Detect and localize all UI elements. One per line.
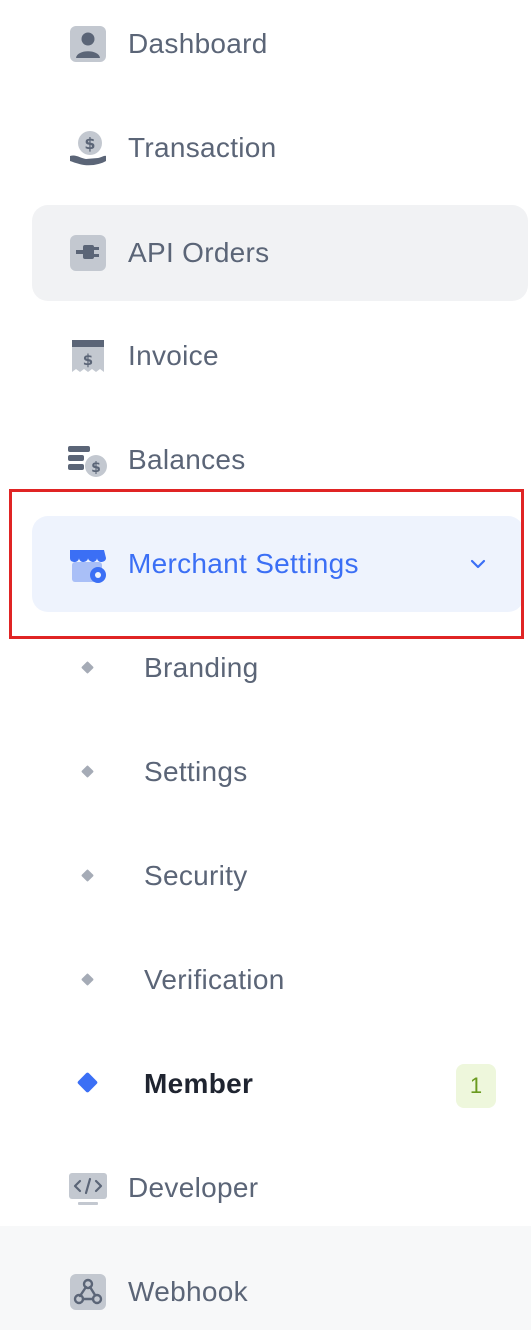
submenu-item-label: Security xyxy=(144,860,248,891)
receipt-icon: $ xyxy=(68,336,108,376)
bullet-icon xyxy=(81,973,94,986)
webhook-icon xyxy=(68,1272,108,1312)
sidebar-item-label: Webhook xyxy=(128,1276,248,1307)
submenu-item-label: Branding xyxy=(144,652,259,683)
chevron-down-icon[interactable] xyxy=(468,554,488,574)
hand-dollar-icon: $ xyxy=(68,128,108,168)
submenu-item-security[interactable]: Security xyxy=(0,828,531,924)
plug-icon xyxy=(68,233,108,273)
svg-text:$: $ xyxy=(83,351,93,369)
sidebar-item-label: API Orders xyxy=(128,237,270,268)
submenu-item-label: Settings xyxy=(144,756,248,787)
svg-text:$: $ xyxy=(84,134,95,153)
sidebar-item-balances[interactable]: $ Balances xyxy=(32,412,528,508)
sidebar: Dashboard $ Transaction API Orders $ Inv… xyxy=(0,0,531,1330)
sidebar-item-label: Transaction xyxy=(128,132,277,163)
sidebar-item-invoice[interactable]: $ Invoice xyxy=(32,308,528,404)
sidebar-item-developer[interactable]: Developer xyxy=(32,1140,528,1236)
submenu-item-settings[interactable]: Settings xyxy=(0,724,531,820)
sidebar-item-dashboard[interactable]: Dashboard xyxy=(32,0,528,92)
sidebar-item-label: Dashboard xyxy=(128,28,268,59)
bullet-icon xyxy=(81,869,94,882)
count-badge: 1 xyxy=(456,1064,496,1108)
sidebar-item-merchant-settings[interactable]: Merchant Settings xyxy=(32,516,524,612)
submenu-item-label: Member xyxy=(144,1068,254,1099)
sidebar-item-transaction[interactable]: $ Transaction xyxy=(32,100,528,196)
balance-coins-icon: $ xyxy=(68,440,108,480)
sidebar-item-webhook[interactable]: Webhook xyxy=(32,1244,528,1340)
submenu-item-member[interactable]: Member 1 xyxy=(0,1036,531,1132)
sidebar-item-api-orders[interactable]: API Orders xyxy=(32,205,528,301)
sidebar-item-label: Developer xyxy=(128,1172,259,1203)
sidebar-item-label: Invoice xyxy=(128,340,219,371)
submenu-item-branding[interactable]: Branding xyxy=(0,620,531,716)
store-settings-icon xyxy=(68,544,108,584)
submenu-item-verification[interactable]: Verification xyxy=(0,932,531,1028)
submenu-item-label: Verification xyxy=(144,964,285,995)
user-icon xyxy=(68,24,108,64)
bullet-icon xyxy=(76,1071,99,1094)
sidebar-item-label: Merchant Settings xyxy=(128,548,359,579)
code-icon xyxy=(68,1168,108,1208)
bullet-icon xyxy=(81,661,94,674)
sidebar-item-label: Balances xyxy=(128,444,246,475)
bullet-icon xyxy=(81,765,94,778)
svg-text:$: $ xyxy=(91,460,101,476)
